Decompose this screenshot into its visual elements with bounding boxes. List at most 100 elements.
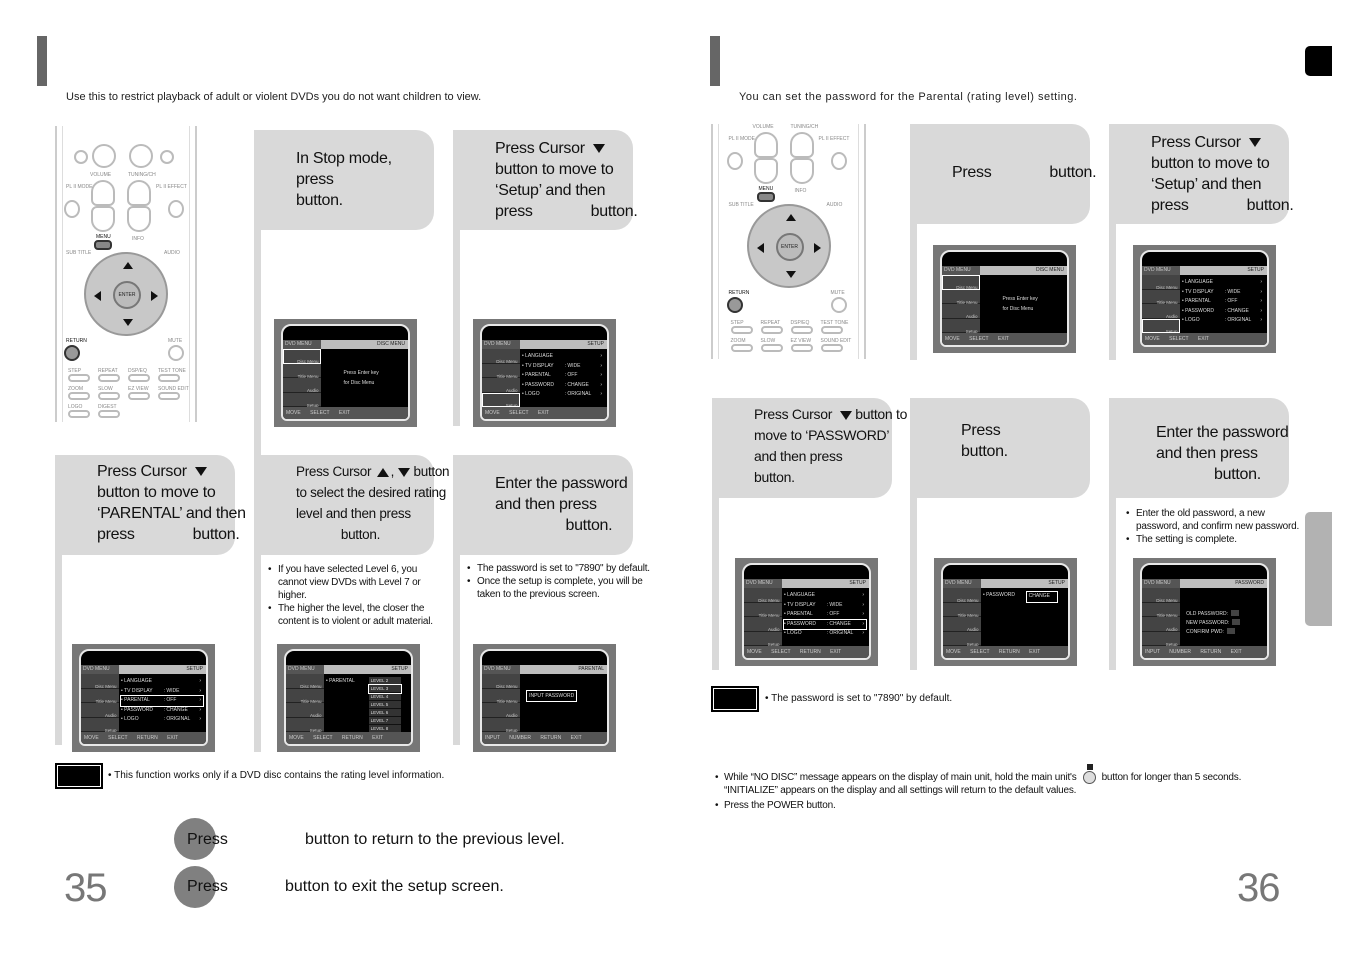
tv-sidebar-item: Audio bbox=[286, 703, 324, 718]
step-1-instruction: In Stop mode, press button. bbox=[254, 130, 434, 230]
tv-menu-arrow: › bbox=[1260, 317, 1262, 323]
tv-footer: INPUT NUMBER RETURN EXIT bbox=[482, 732, 607, 744]
tv-screen-setup-menu: DVD MENU SETUP Disc Menu Title Menu Audio Set… bbox=[473, 319, 616, 427]
tv-menu-row: • PASSWORD: CHANGE › bbox=[121, 706, 203, 716]
tv-footer: MOVE SELECT RETURN EXIT bbox=[81, 732, 206, 744]
step-text: button. bbox=[961, 443, 1008, 460]
tv-menu-row: • LOGO: ORIGINAL › bbox=[522, 390, 604, 400]
reset-step: • While “NO DISC” message appears on the… bbox=[715, 764, 1242, 797]
tv-menu-row: • LANGUAGE › bbox=[121, 677, 203, 687]
tv-menu-key: • LANGUAGE bbox=[121, 678, 152, 684]
tv-header: DVD MENU SETUP bbox=[81, 665, 206, 674]
step-text: Enter the password bbox=[1156, 424, 1289, 441]
mode-label: PL II MODE bbox=[66, 184, 93, 190]
tv-menu-value: : CHANGE bbox=[564, 381, 589, 388]
tv-sidebar-item: Disc Menu bbox=[482, 349, 520, 364]
tv-screen-disc-menu: DVD MENU DISC MENU Disc Menu Title Menu Audi… bbox=[274, 319, 417, 427]
return-label: RETURN bbox=[66, 338, 87, 344]
tv-menu-arrow: › bbox=[600, 372, 602, 378]
cursor-up-icon bbox=[376, 467, 389, 477]
step-text: and then press bbox=[1156, 445, 1258, 462]
tv-menu-row: • LOGO: ORIGINAL › bbox=[784, 629, 866, 639]
tv-sidebar-item: Disc Menu bbox=[482, 674, 520, 689]
tv-sidebar: Disc Menu Title Menu Audio Setup bbox=[81, 674, 119, 733]
tv-display: DVD MENU SETUP Disc Menu Title Menu Audio Set… bbox=[79, 649, 208, 746]
tv-body: INPUT PASSWORD bbox=[522, 677, 604, 730]
tuning-label: TUNING/CH bbox=[128, 172, 156, 178]
cursor-down-icon bbox=[839, 410, 852, 420]
section-title-bar bbox=[710, 36, 720, 86]
tv-message-line: Press Enter key bbox=[343, 369, 379, 376]
tv-menu-value: : OFF bbox=[1224, 298, 1238, 304]
tv-menu-value: : WIDE bbox=[163, 687, 180, 694]
cursor-down-icon bbox=[398, 467, 411, 477]
tv-message: Press Enter key for Disc Menu bbox=[344, 368, 379, 388]
tv-menu-key: • PASSWORD bbox=[522, 381, 554, 388]
reset-instructions: • While “NO DISC” message appears on the… bbox=[715, 764, 1275, 812]
tv-display: DVD MENU SETUP Disc Menu Title Menu Audio Set… bbox=[1140, 250, 1269, 347]
tv-header-title: PARENTAL bbox=[578, 666, 604, 672]
tv-menu-arrow: › bbox=[1260, 307, 1262, 314]
tv-sidebar-item: Setup bbox=[286, 717, 324, 733]
exit-instruction: button to exit the setup screen. bbox=[285, 878, 504, 895]
note-item: If you have selected Level 6, you cannot… bbox=[268, 563, 438, 602]
tv-menu-arrow: › bbox=[862, 611, 864, 617]
tv-sidebar-item: Audio bbox=[81, 703, 119, 718]
play-pause-button bbox=[129, 144, 153, 168]
tv-header-title: PASSWORD bbox=[1235, 580, 1264, 586]
tv-body: Press Enter key for Disc Menu bbox=[982, 278, 1064, 331]
tv-message-line: Press Enter key bbox=[1002, 295, 1038, 302]
tv-body: • LANGUAGE › • TV DISPLAY: WIDE › • PARENTAL… bbox=[783, 591, 867, 644]
volume-up-button bbox=[753, 132, 778, 158]
tv-screen-disc-menu: DVD MENU DISC MENU Disc Menu Title Menu Audi… bbox=[933, 245, 1076, 353]
tv-menu-arrow: › bbox=[1260, 298, 1262, 304]
tv-message-line: for Disc Menu bbox=[343, 379, 375, 386]
tv-display: DVD MENU DISC MENU Disc Menu Title Menu Audi… bbox=[281, 324, 410, 421]
tv-sidebar-item: Audio bbox=[1142, 617, 1180, 632]
password-input-box bbox=[1232, 619, 1241, 626]
tv-sidebar: Disc Menu Title Menu Audio Setup bbox=[482, 674, 520, 733]
tv-sidebar: Disc Menu Title Menu Audio Setup bbox=[286, 674, 324, 733]
tv-header-title: SETUP bbox=[849, 580, 866, 586]
tv-menu-row: • PASSWORD: CHANGE › bbox=[783, 618, 867, 630]
tv-header: DVD MENU PARENTAL bbox=[482, 665, 607, 674]
step-text: button. bbox=[296, 527, 381, 542]
tv-header-left: DVD MENU bbox=[482, 340, 520, 349]
tv-menu-arrow: › bbox=[600, 391, 602, 397]
step-text: and then press bbox=[754, 448, 843, 464]
menu-button bbox=[94, 240, 112, 250]
tv-display: DVD MENU PARENTAL Disc Menu Title Menu Audio… bbox=[480, 649, 609, 746]
tv-header: DVD MENU DISC MENU bbox=[942, 266, 1067, 275]
tv-menu-arrow: › bbox=[1260, 279, 1262, 285]
tv-menu-row: • TV DISPLAY: WIDE › bbox=[784, 601, 866, 611]
tv-level-item: LEVEL 3 bbox=[367, 684, 403, 694]
tv-menu-row: • PARENTAL: OFF › bbox=[522, 371, 604, 381]
tv-body: • LANGUAGE › • TV DISPLAY: WIDE › • PARENTAL… bbox=[120, 677, 204, 730]
step-4-instruction: Press button. bbox=[910, 398, 1090, 498]
tv-menu-arrow: › bbox=[862, 592, 864, 598]
tv-menu-value: : WIDE bbox=[826, 601, 843, 608]
tv-menu-key: • LOGO bbox=[784, 630, 802, 636]
tv-menu-row: • PASSWORD: CHANGE › bbox=[522, 381, 604, 391]
tv-body: • LANGUAGE › • TV DISPLAY: WIDE › • PARENTAL… bbox=[522, 352, 604, 405]
step-text: press button. bbox=[495, 203, 638, 220]
tv-screen-setup-menu: DVD MENU SETUP Disc Menu Title Menu Audio Set… bbox=[1133, 245, 1276, 353]
cursor-up-icon bbox=[123, 262, 133, 269]
tv-menu-key: • TV DISPLAY bbox=[121, 687, 153, 694]
tv-menu-row: • LANGUAGE › bbox=[784, 591, 866, 601]
tv-message: Press Enter key for Disc Menu bbox=[1003, 294, 1038, 314]
password-field-row: OLD PASSWORD: bbox=[1186, 610, 1240, 619]
step-text: press button. bbox=[1151, 197, 1294, 214]
tv-footer: MOVE SELECT RETURN EXIT bbox=[943, 646, 1068, 658]
tv-sidebar-item: Disc Menu bbox=[1142, 275, 1180, 290]
step-5-notes: The password is set to "7890" by default… bbox=[467, 562, 652, 601]
press-label: Press bbox=[187, 831, 228, 848]
tv-header-left: DVD MENU bbox=[943, 579, 981, 588]
tv-sidebar-item: Audio bbox=[942, 304, 980, 319]
step-2-instruction: Press Cursor button to move to ‘Setup’ a… bbox=[453, 130, 638, 230]
password-field-row: CONFIRM PWD: bbox=[1186, 628, 1240, 637]
tv-menu-value: : OFF bbox=[826, 611, 840, 617]
step-text: Press button. bbox=[952, 164, 1097, 181]
tv-header-title: DISC MENU bbox=[1035, 267, 1064, 273]
mute-label: MUTE bbox=[830, 290, 845, 296]
